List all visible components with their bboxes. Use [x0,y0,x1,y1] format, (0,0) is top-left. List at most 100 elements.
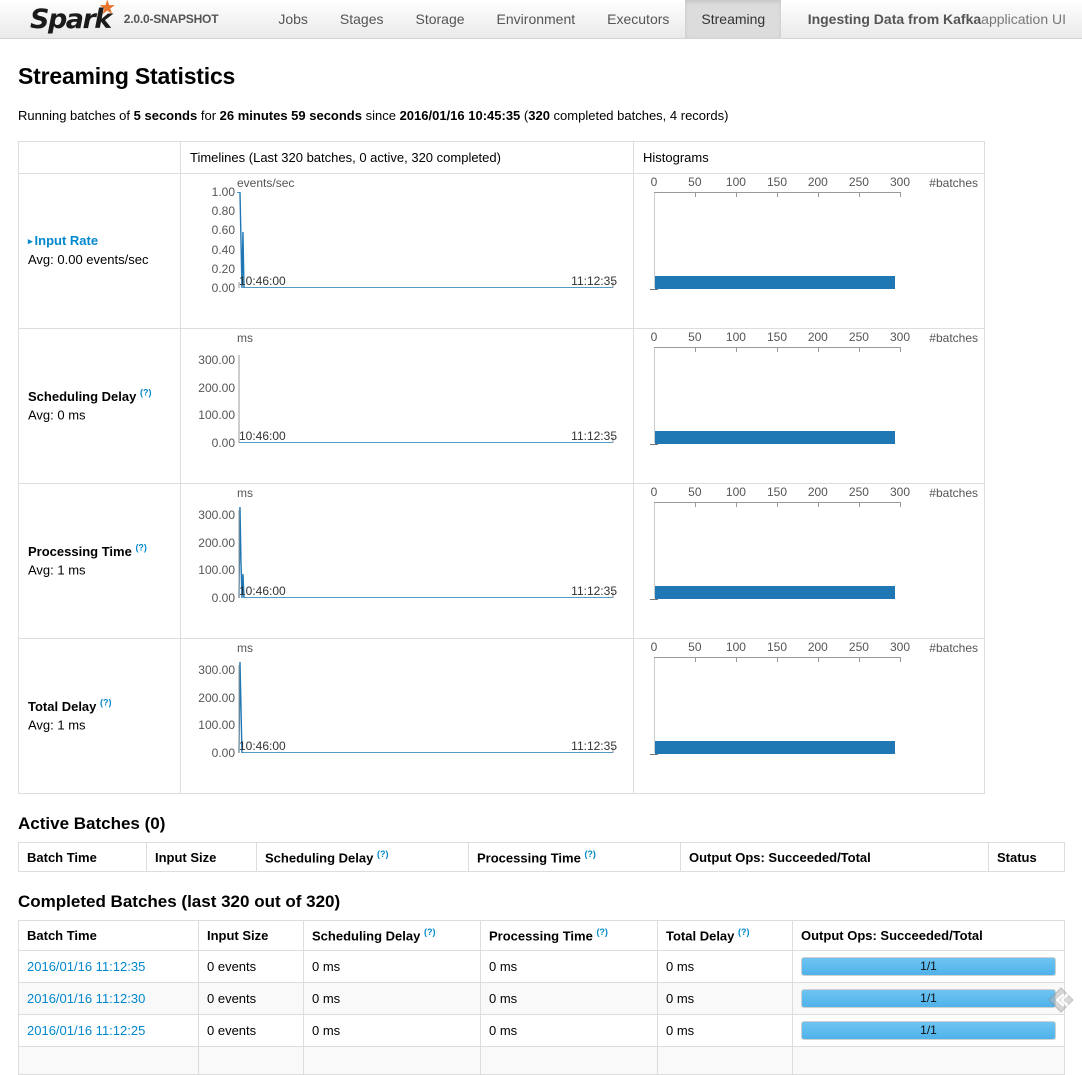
help-icon[interactable]: (?) [135,542,147,552]
active-col-input-size[interactable]: Input Size [147,843,257,872]
y-tick-label: 0.40 [212,243,235,257]
scheduling-delay-cell: 0 ms [304,1014,481,1046]
y-tick-label: 0.80 [212,204,235,218]
total-delay-cell: 0 ms [658,1014,793,1046]
batch-time-cell[interactable]: 2016/01/16 11:12:30 [19,982,199,1014]
batch-time-cell[interactable]: 2016/01/16 11:12:25 [19,1014,199,1046]
nav-item-jobs[interactable]: Jobs [262,0,324,38]
active-col-status[interactable]: Status [989,843,1065,872]
scheduling-delay-timeline-chart[interactable]: ms 300.00 200.00 100.00 0.00 [181,329,633,461]
processing-time-histogram-chart[interactable]: #batches 0 50 [634,484,984,616]
scheduling-delay-y-axis: 300.00 200.00 100.00 0.00 [181,347,235,443]
help-icon[interactable]: (?) [377,849,389,859]
completed-batches-title: Completed Batches (last 320 out of 320) [18,892,1064,912]
batch-time-link[interactable]: 2016/01/16 11:12:25 [27,1023,145,1038]
y-tick-label: 300.00 [198,508,235,522]
scheduling-delay-plot-area [237,347,615,443]
y-tick-label: 1.00 [212,185,235,199]
hist-tick-label: 150 [767,175,787,189]
histogram-bar [655,431,895,444]
spark-version-label: 2.0.0-SNAPSHOT [124,12,219,26]
batch-time-link[interactable]: 2016/01/16 11:12:35 [27,959,145,974]
y-tick-label: 0.00 [212,746,235,760]
batch-time-cell[interactable] [19,1046,199,1074]
hist-tick-label: 300 [890,175,910,189]
y-tick-label: 300.00 [198,353,235,367]
scheduling-delay-metric-block: Scheduling Delay (?) Avg: 0 ms [28,386,152,425]
help-icon[interactable]: (?) [424,927,436,937]
progress-bar-label: 1/1 [802,990,1055,1007]
input-rate-timeline-chart[interactable]: events/sec 1.00 0.80 0.60 0.40 0.20 0.00 [181,174,633,306]
stats-header-blank [19,142,181,174]
completed-col-processing-time[interactable]: Processing Time (?) [481,921,658,950]
processing-time-hist-unit-label: #batches [929,486,978,500]
completed-col-scheduling-delay[interactable]: Scheduling Delay (?) [304,921,481,950]
help-icon[interactable]: (?) [738,927,750,937]
histogram-bar [655,276,895,289]
histogram-bar [655,741,895,754]
scheduling-delay-hist-baseline [650,444,658,445]
active-col-scheduling-delay[interactable]: Scheduling Delay (?) [257,843,469,872]
processing-time-hist-baseline [650,599,658,600]
help-icon[interactable]: (?) [584,849,596,859]
completed-col-total-delay-label: Total Delay [666,929,734,944]
hist-tick-label: 50 [688,330,701,344]
application-title: Ingesting Data from Kafka application UI [808,0,1082,38]
nav-item-storage[interactable]: Storage [400,0,481,38]
nav-item-executors[interactable]: Executors [591,0,685,38]
completed-col-output-ops[interactable]: Output Ops: Succeeded/Total [793,921,1065,950]
batch-time-cell[interactable]: 2016/01/16 11:12:35 [19,950,199,982]
input-rate-hist-ticklabels: 0 50 100 150 200 250 300 [654,174,900,192]
hist-tick-label: 50 [688,175,701,189]
page-content: Streaming Statistics Running batches of … [0,63,1082,1075]
scheduling-delay-name-row: Scheduling Delay (?) [28,386,152,406]
hist-tick-label: 300 [890,640,910,654]
progress-bar: 1/1 [801,989,1056,1008]
input-rate-histogram-chart[interactable]: #batches 0 50 [634,174,984,306]
hist-tick-label: 0 [651,175,658,189]
processing-time-timeline-chart[interactable]: ms 300.00 200.00 100.00 0.00 [181,484,633,616]
hist-tick-label: 200 [808,330,828,344]
resize-handle-icon[interactable] [1045,984,1077,1016]
help-icon[interactable]: (?) [596,927,608,937]
output-ops-cell [793,1046,1065,1074]
nav-item-environment[interactable]: Environment [481,0,592,38]
help-icon[interactable]: (?) [140,387,152,397]
input-rate-name: Input Rate [35,233,99,248]
active-col-scheduling-delay-label: Scheduling Delay [265,850,373,865]
total-delay-histogram-chart[interactable]: #batches 0 50 [634,639,984,771]
active-batches-table: Batch Time Input Size Scheduling Delay (… [18,842,1065,872]
processing-time-name-row: Processing Time (?) [28,541,147,561]
y-tick-label: 100.00 [198,408,235,422]
total-delay-line-svg [237,657,615,753]
output-ops-cell: 1/1 [793,950,1065,982]
processing-time-hist-ticklabels: 0 50 100 150 200 250 300 [654,484,900,502]
completed-col-total-delay[interactable]: Total Delay (?) [658,921,793,950]
stats-header-row: Timelines (Last 320 batches, 0 active, 3… [19,142,985,174]
active-col-batch-time[interactable]: Batch Time [19,843,147,872]
total-delay-timeline-chart[interactable]: ms 300.00 200.00 100.00 0.00 [181,639,633,771]
completed-col-input-size[interactable]: Input Size [199,921,304,950]
input-rate-toggle[interactable]: ▸Input Rate [28,232,148,251]
completed-col-scheduling-delay-label: Scheduling Delay [312,929,420,944]
nav-item-stages[interactable]: Stages [324,0,400,38]
scheduling-delay-cell: 0 ms [304,982,481,1014]
stats-row-input-rate: ▸Input Rate Avg: 0.00 events/sec events/… [19,174,985,329]
spark-logo-link[interactable]: Spark ★ 2.0.0-SNAPSHOT [30,0,236,38]
input-rate-y-axis: 1.00 0.80 0.60 0.40 0.20 0.00 [181,192,235,288]
scheduling-delay-unit-label: ms [237,331,253,345]
scheduling-delay-histogram-chart[interactable]: #batches 0 50 [634,329,984,461]
input-rate-hist-vline [654,193,655,288]
nav-item-streaming[interactable]: Streaming [685,0,781,38]
hist-tick-label: 250 [849,485,869,499]
batch-time-link[interactable]: 2016/01/16 11:12:30 [27,991,145,1006]
active-col-output-ops[interactable]: Output Ops: Succeeded/Total [681,843,989,872]
star-icon: ★ [98,0,114,17]
hist-tick-label: 300 [890,330,910,344]
hist-tick-label: 150 [767,640,787,654]
input-rate-label-cell[interactable]: ▸Input Rate Avg: 0.00 events/sec [19,174,181,329]
hist-tick-label: 200 [808,485,828,499]
completed-col-batch-time[interactable]: Batch Time [19,921,199,950]
help-icon[interactable]: (?) [100,697,112,707]
active-col-processing-time[interactable]: Processing Time (?) [469,843,681,872]
